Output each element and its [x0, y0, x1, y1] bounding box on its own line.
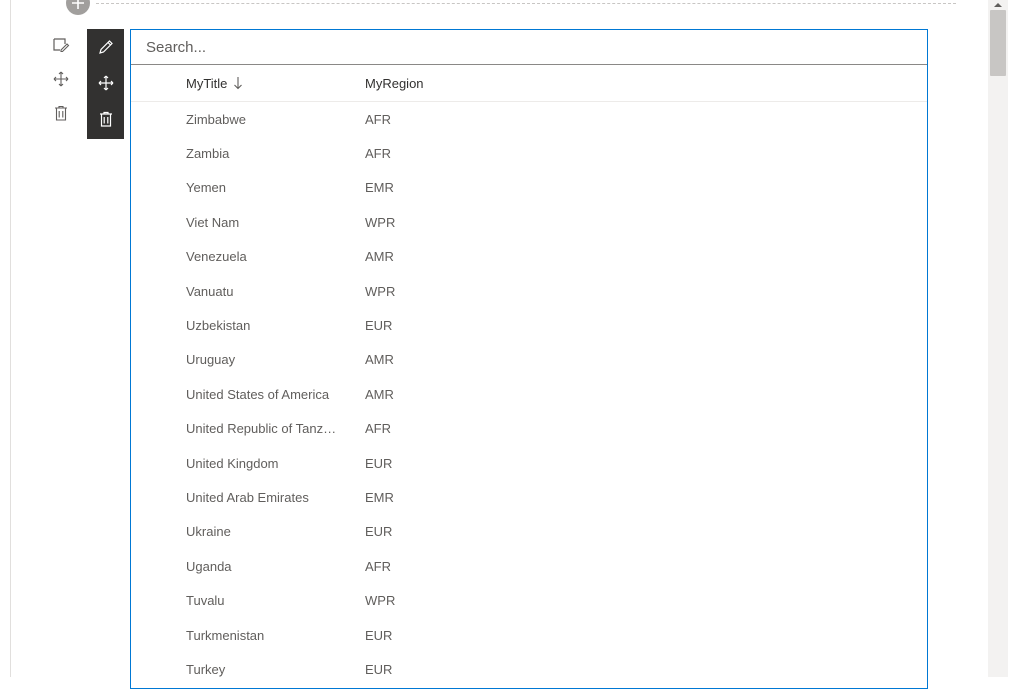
- table-row[interactable]: Zambia AFR: [131, 136, 927, 170]
- section-toolbar: [48, 28, 74, 130]
- cell-myregion: EUR: [365, 661, 393, 677]
- cell-myregion: AFR: [365, 421, 391, 437]
- cell-myregion: WPR: [365, 593, 396, 609]
- cell-mytitle: Venezuela: [186, 249, 247, 265]
- cell-mytitle: Tuvalu: [186, 593, 225, 609]
- delete-section-button[interactable]: [48, 96, 74, 130]
- cell-myregion: EUR: [365, 524, 393, 540]
- table-row[interactable]: Tuvalu WPR: [131, 583, 927, 617]
- table-row[interactable]: United States of America AMR: [131, 377, 927, 411]
- cell-myregion: WPR: [365, 283, 396, 299]
- column-header-myregion[interactable]: MyRegion: [365, 76, 565, 91]
- edit-webpart-button[interactable]: [87, 29, 124, 65]
- column-header-myregion-label: MyRegion: [365, 75, 424, 91]
- search-box: [131, 30, 927, 65]
- table-row[interactable]: Uzbekistan EUR: [131, 308, 927, 342]
- move-section-button[interactable]: [48, 62, 74, 96]
- cell-myregion: EUR: [365, 627, 393, 643]
- table-row[interactable]: Venezuela AMR: [131, 240, 927, 274]
- cell-myregion: EMR: [365, 180, 394, 196]
- list-header: MyTitle MyRegion: [131, 65, 927, 102]
- cell-myregion: AFR: [365, 111, 391, 127]
- cell-myregion: AMR: [365, 386, 394, 402]
- table-row[interactable]: Turkey EUR: [131, 652, 927, 686]
- table-row[interactable]: Zimbabwe AFR: [131, 102, 927, 136]
- cell-mytitle: Zimbabwe: [186, 111, 246, 127]
- cell-myregion: AMR: [365, 249, 394, 265]
- plus-icon: [72, 0, 84, 9]
- cell-myregion: AFR: [365, 146, 391, 162]
- table-row[interactable]: United Kingdom EUR: [131, 446, 927, 480]
- column-header-mytitle[interactable]: MyTitle: [131, 76, 365, 91]
- cell-mytitle: Uzbekistan: [186, 318, 251, 334]
- cell-myregion: WPR: [365, 214, 396, 230]
- pencil-icon: [98, 40, 113, 54]
- cell-mytitle: Vanuatu: [186, 283, 234, 299]
- cell-myregion: EUR: [365, 318, 393, 334]
- page-edge: [10, 0, 11, 677]
- delete-webpart-button[interactable]: [87, 101, 124, 137]
- list-webpart: MyTitle MyRegion Zimbabwe AFR Zambia AFR Yem…: [130, 29, 928, 689]
- table-row[interactable]: Turkmenistan EUR: [131, 618, 927, 652]
- move-webpart-button[interactable]: [87, 65, 124, 101]
- column-header-mytitle-label: MyTitle: [186, 75, 228, 91]
- scrollbar-thumb[interactable]: [990, 10, 1006, 76]
- table-row[interactable]: Viet Nam WPR: [131, 205, 927, 239]
- table-row[interactable]: United Republic of Tanza... AFR: [131, 412, 927, 446]
- webpart-toolbar: [87, 29, 124, 139]
- cell-mytitle: Ukraine: [186, 524, 231, 540]
- cell-mytitle: United Arab Emirates: [186, 489, 309, 505]
- add-section-button[interactable]: [66, 0, 90, 15]
- cell-myregion: EMR: [365, 489, 394, 505]
- cell-mytitle: Zambia: [186, 146, 230, 162]
- cell-mytitle: United Republic of Tanza...: [186, 421, 338, 437]
- cell-mytitle: Uruguay: [186, 352, 236, 368]
- table-row[interactable]: Yemen EMR: [131, 171, 927, 205]
- table-row[interactable]: Vanuatu WPR: [131, 274, 927, 308]
- table-row[interactable]: United Arab Emirates EMR: [131, 480, 927, 514]
- section-divider: [96, 3, 956, 4]
- trash-icon: [99, 111, 112, 127]
- cell-mytitle: United Kingdom: [186, 455, 279, 471]
- delete-icon: [55, 105, 67, 121]
- edit-section-button[interactable]: [48, 28, 74, 62]
- search-input[interactable]: [144, 37, 908, 57]
- list-body: Zimbabwe AFR Zambia AFR Yemen EMR Viet Nam WPR V…: [131, 102, 927, 687]
- scroll-up-arrow-icon[interactable]: [988, 0, 1008, 10]
- vertical-scrollbar[interactable]: [988, 0, 1008, 677]
- cell-mytitle: Viet Nam: [186, 214, 240, 230]
- table-row[interactable]: Uruguay AMR: [131, 343, 927, 377]
- move-icon: [98, 75, 113, 91]
- cell-myregion: EUR: [365, 455, 393, 471]
- cell-mytitle: Yemen: [186, 180, 226, 196]
- cell-mytitle: Turkmenistan: [186, 627, 265, 643]
- cell-myregion: AFR: [365, 558, 391, 574]
- table-row[interactable]: Ukraine EUR: [131, 515, 927, 549]
- sort-descending-arrow-icon: [233, 76, 243, 90]
- cell-myregion: AMR: [365, 352, 394, 368]
- move-icon: [53, 71, 69, 87]
- table-row[interactable]: Uganda AFR: [131, 549, 927, 583]
- cell-mytitle: United States of America: [186, 386, 330, 402]
- edit-icon: [53, 38, 70, 53]
- cell-mytitle: Uganda: [186, 558, 232, 574]
- cell-mytitle: Turkey: [186, 661, 226, 677]
